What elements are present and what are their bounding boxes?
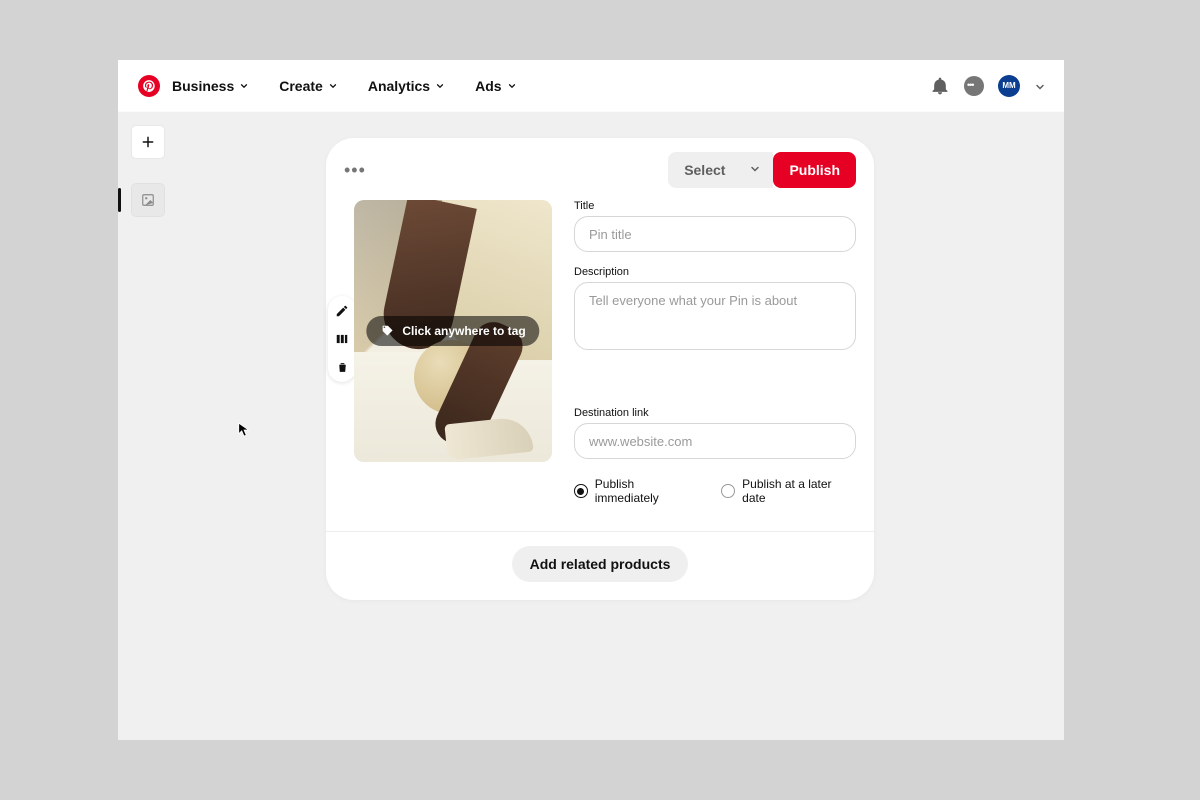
- publish-schedule-group: Publish immediately Publish at a later d…: [574, 477, 856, 505]
- publish-later-label: Publish at a later date: [742, 477, 856, 505]
- publish-button[interactable]: Publish: [773, 152, 856, 188]
- pin-editor-card: ••• Select Publish: [326, 138, 874, 600]
- delete-icon[interactable]: [335, 360, 349, 374]
- nav-items: Business Create Analytics Ads: [172, 78, 517, 94]
- header-right: MM: [930, 75, 1044, 97]
- nav-analytics[interactable]: Analytics: [368, 78, 445, 94]
- chevron-down-icon: [749, 162, 761, 178]
- description-input[interactable]: [574, 282, 856, 350]
- nav-create[interactable]: Create: [279, 78, 338, 94]
- nav-label: Create: [279, 78, 323, 94]
- title-field-group: Title: [574, 200, 856, 252]
- edit-icon[interactable]: [335, 304, 349, 318]
- account-chevron-down-icon[interactable]: [1034, 81, 1044, 91]
- publish-label: Publish: [789, 162, 840, 178]
- description-field-group: Description: [574, 266, 856, 355]
- related-button-label: Add related products: [530, 556, 671, 572]
- destination-link-input[interactable]: [574, 423, 856, 459]
- nav-ads[interactable]: Ads: [475, 78, 516, 94]
- publish-later-option[interactable]: Publish at a later date: [721, 477, 856, 505]
- new-pin-button[interactable]: [132, 126, 164, 158]
- avatar-initials: MM: [1002, 81, 1015, 90]
- title-input[interactable]: [574, 216, 856, 252]
- publish-immediately-label: Publish immediately: [595, 477, 700, 505]
- nav-label: Ads: [475, 78, 501, 94]
- cursor-icon: [238, 422, 250, 438]
- pinterest-logo-icon[interactable]: [138, 75, 160, 97]
- radio-checked-icon: [574, 484, 588, 498]
- card-footer: Add related products: [326, 532, 874, 600]
- board-select[interactable]: Select: [668, 152, 773, 188]
- app-window: Business Create Analytics Ads MM: [118, 60, 1064, 740]
- tag-overlay[interactable]: Click anywhere to tag: [366, 316, 539, 346]
- mini-sidebar: [132, 126, 164, 216]
- nav-label: Business: [172, 78, 234, 94]
- chevron-down-icon: [507, 81, 517, 91]
- title-label: Title: [574, 200, 856, 212]
- tag-overlay-label: Click anywhere to tag: [402, 324, 525, 338]
- link-field-group: Destination link: [574, 407, 856, 459]
- tag-icon: [380, 324, 394, 338]
- chat-icon[interactable]: [964, 76, 984, 96]
- chevron-down-icon: [239, 81, 249, 91]
- pin-image[interactable]: Click anywhere to tag: [354, 200, 552, 462]
- board-select-label: Select: [684, 162, 725, 178]
- radio-unchecked-icon: [721, 484, 735, 498]
- add-related-products-button[interactable]: Add related products: [512, 546, 689, 582]
- nav-label: Analytics: [368, 78, 430, 94]
- workspace: ••• Select Publish: [118, 112, 1064, 740]
- avatar[interactable]: MM: [998, 75, 1020, 97]
- link-label: Destination link: [574, 407, 856, 419]
- form-column: Title Description Destination link: [574, 200, 856, 505]
- description-label: Description: [574, 266, 856, 278]
- crop-icon[interactable]: [335, 332, 349, 346]
- more-options-icon[interactable]: •••: [344, 160, 366, 181]
- bell-icon[interactable]: [930, 76, 950, 96]
- draft-thumbnail[interactable]: [132, 184, 164, 216]
- chevron-down-icon: [435, 81, 445, 91]
- publish-immediately-option[interactable]: Publish immediately: [574, 477, 699, 505]
- top-nav: Business Create Analytics Ads MM: [118, 60, 1064, 112]
- image-column: Click anywhere to tag: [354, 200, 552, 505]
- nav-business[interactable]: Business: [172, 78, 249, 94]
- image-tools: [328, 296, 356, 382]
- card-top: ••• Select Publish: [326, 138, 874, 194]
- chevron-down-icon: [328, 81, 338, 91]
